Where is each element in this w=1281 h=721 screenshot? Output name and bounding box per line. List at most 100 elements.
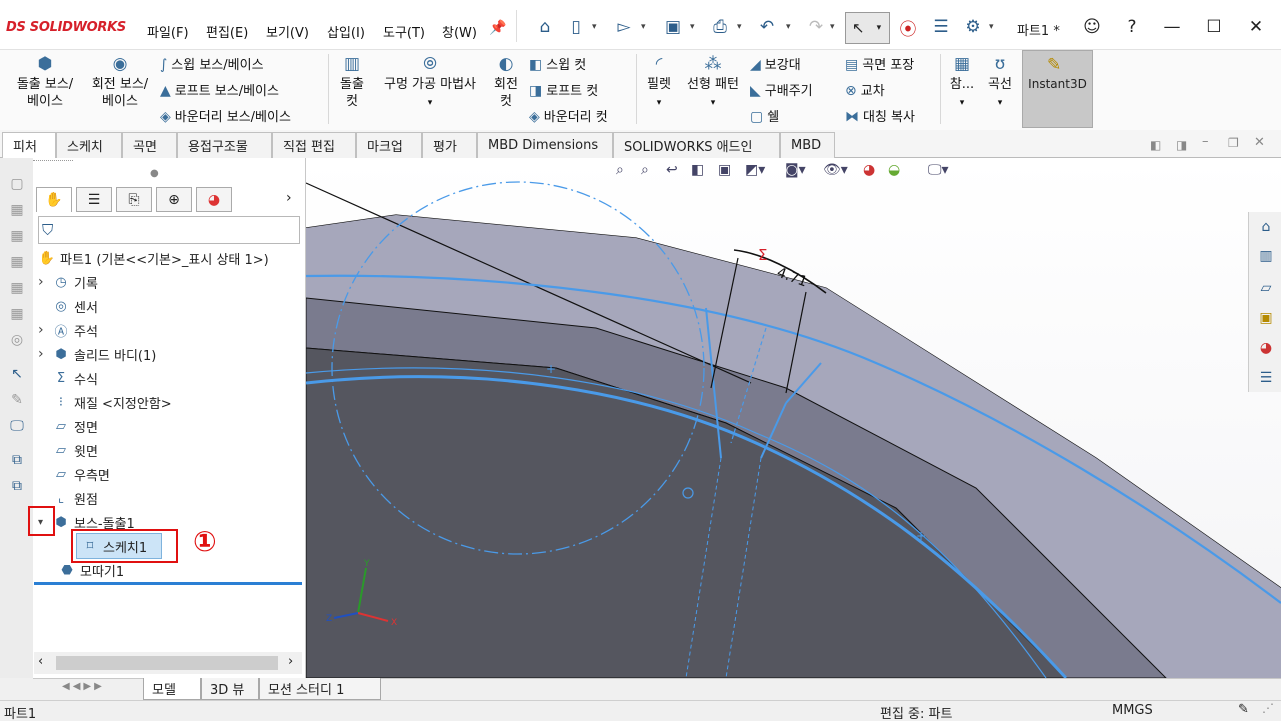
tree-root[interactable]: ✋ 파트1 (기본<<기본>_표시 상태 1>) — [38, 246, 269, 270]
tree-item[interactable]: Σ 수식 — [38, 366, 98, 390]
menu-view[interactable]: 보기(V) — [266, 22, 309, 41]
monitor-icon[interactable]: 🖵 — [7, 418, 27, 438]
tab-mbd[interactable]: MBD — [780, 132, 835, 158]
tree-item[interactable]: ▱ 윗면 — [38, 438, 98, 462]
open-file-icon[interactable]: ▻ — [611, 14, 637, 40]
tab-mbd-dimensions[interactable]: MBD Dimensions — [477, 132, 613, 158]
previous-view-icon[interactable]: ↩ — [666, 162, 678, 178]
close-icon[interactable]: ✕ — [1241, 12, 1271, 42]
tree-item[interactable]: › ◷ 기록 — [38, 270, 98, 294]
traffic-light-icon[interactable]: ⦿ — [895, 14, 921, 40]
section-view-icon[interactable]: ◧ — [691, 162, 704, 178]
gear-icon[interactable]: ⚙ — [960, 14, 986, 40]
restore-doc-icon[interactable]: ❐ — [1228, 136, 1239, 150]
chevron-down-icon[interactable]: ▾ — [786, 22, 791, 32]
tab-model[interactable]: 모델 — [143, 678, 201, 700]
hide-show-icon[interactable]: 👁▾ — [823, 162, 848, 178]
paste-icon[interactable]: ⧉ — [7, 478, 27, 498]
minimize-doc-icon[interactable]: – — [1202, 134, 1209, 149]
shell-button[interactable]: ▢ 쉘 — [750, 106, 779, 125]
menu-file[interactable]: 파일(F) — [147, 22, 189, 41]
tree-item-chamfer[interactable]: ⬣ 모따기1 — [58, 558, 124, 582]
print-icon[interactable]: ⎙ — [707, 14, 733, 40]
tree-filter-input[interactable]: ⛉ — [38, 216, 300, 244]
custom-properties-icon[interactable]: ☰ — [1255, 367, 1277, 389]
toolbar-ghost-icon[interactable]: ▦ — [7, 254, 27, 274]
close-doc-icon[interactable]: ✕ — [1254, 135, 1265, 150]
toolbar-ghost-icon[interactable]: ▢ — [7, 176, 27, 196]
chevron-down-icon[interactable]: ▾ — [641, 22, 646, 32]
tree-item[interactable]: › ⬢ 솔리드 바디(1) — [38, 342, 156, 366]
hole-wizard-button[interactable]: ⦾ 구멍 가공 마법사 ▾ — [374, 56, 486, 112]
toolbar-ghost-icon[interactable]: ▦ — [7, 306, 27, 326]
design-library-icon[interactable]: ▥ — [1255, 245, 1277, 267]
graphics-area[interactable]: Σ 4.71 + + Y X Z — [306, 158, 1281, 678]
tab-motion-study[interactable]: 모션 스터디 1 — [259, 678, 381, 700]
boundary-boss-button[interactable]: ◈ 바운더리 보스/베이스 — [160, 106, 291, 125]
tree-item[interactable]: ▱ 정면 — [38, 414, 98, 438]
boss-extrude-button[interactable]: ⬢ 돌출 보스/ 베이스 — [10, 56, 80, 110]
view-orientation-icon[interactable]: ◩▾ — [745, 162, 765, 178]
tile-right-icon[interactable]: ◨ — [1176, 138, 1187, 152]
redo-icon[interactable]: ↷ — [803, 14, 829, 40]
menu-window[interactable]: 창(W) — [442, 22, 477, 41]
chevron-down-icon[interactable]: ▾ — [690, 22, 695, 32]
rebuild-icon[interactable]: ✎ — [1238, 702, 1249, 717]
minimize-icon[interactable]: — — [1157, 12, 1187, 42]
fillet-button[interactable]: ◜ 필렛 ▾ — [640, 56, 678, 112]
file-properties-icon[interactable]: ☰ — [928, 14, 954, 40]
menu-edit[interactable]: 편집(E) — [206, 22, 248, 41]
tab-weldments[interactable]: 용접구조물 — [177, 132, 272, 158]
tree-item[interactable]: ▱ 우측면 — [38, 462, 110, 486]
rollback-bar[interactable] — [34, 582, 302, 585]
chevron-down-icon[interactable]: ▾ — [830, 22, 835, 32]
display-style-icon[interactable]: ◙▾ — [785, 162, 806, 178]
display-manager-tab-icon[interactable]: ◕ — [196, 187, 232, 212]
scene-icon[interactable]: ◒ — [888, 162, 900, 178]
tab-markup[interactable]: 마크업 — [356, 132, 422, 158]
toolbar-ghost-icon[interactable]: ▦ — [7, 202, 27, 222]
view-palette-icon[interactable]: ▣ — [1255, 307, 1277, 329]
save-icon[interactable]: ▣ — [660, 14, 686, 40]
draft-button[interactable]: ◣ 구배주기 — [750, 80, 813, 99]
home-icon[interactable]: ⌂ — [532, 14, 558, 40]
maximize-icon[interactable]: ☐ — [1199, 12, 1229, 42]
chevron-right-icon[interactable]: › — [38, 346, 52, 362]
loft-boss-button[interactable]: ▲ 로프트 보스/베이스 — [160, 80, 279, 99]
swept-cut-button[interactable]: ◧ 스윕 컷 — [529, 54, 586, 73]
chevron-right-icon[interactable]: › — [286, 190, 292, 206]
copy-icon[interactable]: ⧉ — [7, 452, 27, 472]
tree-item[interactable]: ◎ 센서 — [38, 294, 98, 318]
select-icon[interactable]: ↖ ▾ — [845, 12, 890, 44]
help-icon[interactable]: ? — [1117, 12, 1147, 42]
tree-item[interactable]: › Ⓐ 주석 — [38, 318, 98, 342]
chevron-down-icon[interactable]: ▾ — [592, 22, 597, 32]
reference-geometry-button[interactable]: ▦ 참... ▾ — [944, 56, 980, 112]
chevron-down-icon[interactable]: ▾ — [737, 22, 742, 32]
status-units[interactable]: MMGS — [1112, 703, 1153, 718]
tab-surfaces[interactable]: 곡면 — [122, 132, 177, 158]
select-cursor-icon[interactable]: ↖ — [7, 366, 27, 386]
curves-button[interactable]: ʊ 곡선 ▾ — [982, 56, 1018, 112]
pin-icon[interactable]: 📌 — [489, 20, 506, 36]
rib-button[interactable]: ◢ 보강대 — [750, 54, 801, 73]
tab-scroll-arrows[interactable]: ◀◀▶▶ — [62, 681, 105, 692]
wrap-button[interactable]: ▤ 곡면 포장 — [845, 54, 914, 73]
zoom-to-fit-icon[interactable]: ⌕ — [616, 162, 624, 178]
lofted-cut-button[interactable]: ◨ 로프트 컷 — [529, 80, 598, 99]
toolbar-ghost-icon[interactable]: ◎ — [7, 332, 27, 352]
menu-tools[interactable]: 도구(T) — [383, 22, 425, 41]
user-icon[interactable]: ☺ — [1077, 12, 1107, 42]
scrollbar-thumb[interactable] — [56, 656, 278, 670]
mirror-button[interactable]: ⧓ 대칭 복사 — [845, 106, 915, 125]
zoom-area-icon[interactable]: ⌕ — [641, 162, 649, 178]
boundary-cut-button[interactable]: ◈ 바운더리 컷 — [529, 106, 608, 125]
dynamic-annotation-icon[interactable]: ▣ — [718, 162, 731, 178]
boss-revolve-button[interactable]: ◉ 회전 보스/ 베이스 — [84, 56, 156, 110]
toolbar-ghost-icon[interactable]: ▦ — [7, 228, 27, 248]
edit-icon[interactable]: ✎ — [7, 392, 27, 412]
swept-boss-button[interactable]: ∫ 스윕 보스/베이스 — [160, 54, 264, 73]
new-file-icon[interactable]: ▯ — [563, 14, 589, 40]
extruded-cut-button[interactable]: ▥ 돌출 컷 — [334, 56, 370, 110]
chevron-right-icon[interactable]: › — [38, 274, 52, 290]
